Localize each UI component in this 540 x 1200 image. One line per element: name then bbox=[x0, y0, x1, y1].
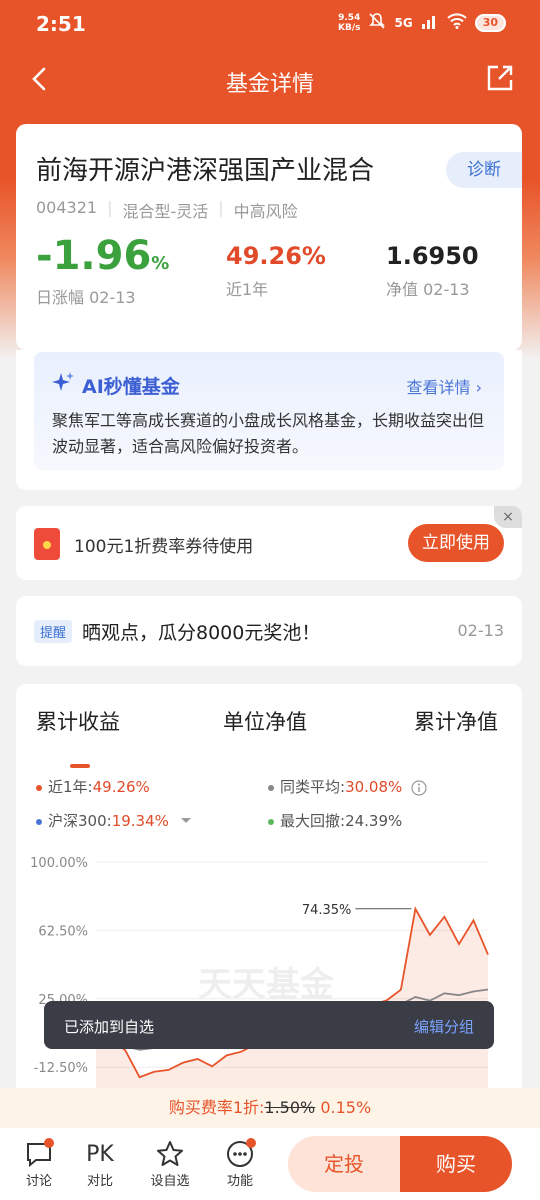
buy-button[interactable]: 购买 bbox=[400, 1136, 512, 1192]
fee-discounted: 0.15% bbox=[320, 1098, 372, 1117]
nav-stat: 1.6950 净值 02-13 bbox=[386, 242, 479, 300]
fund-tags: 004321 | 混合型-灵活 | 中高风险 bbox=[36, 198, 298, 222]
daily-change-label: 日涨幅 02-13 bbox=[36, 288, 136, 307]
fee-original: 1.50% bbox=[264, 1098, 316, 1117]
daily-change-stat: -1.96% 日涨幅 02-13 bbox=[36, 234, 170, 308]
mute-icon bbox=[368, 12, 386, 33]
status-time: 2:51 bbox=[36, 12, 86, 36]
fixed-invest-button[interactable]: 定投 bbox=[288, 1136, 400, 1192]
chart-tabs: 累计收益 单位净值 累计净值 bbox=[16, 706, 522, 768]
function-tab[interactable]: 功能 bbox=[215, 1138, 265, 1189]
tab-unit-nav[interactable]: 单位净值 bbox=[223, 706, 307, 736]
legend-label: 沪深300: bbox=[48, 812, 112, 830]
diagnose-button[interactable]: 诊断 bbox=[446, 152, 522, 188]
legend-label: 最大回撤: bbox=[280, 812, 346, 830]
use-coupon-button[interactable]: 立即使用 bbox=[408, 524, 504, 562]
fund-type: 混合型-灵活 bbox=[122, 202, 209, 221]
return-chart[interactable]: 天天基金100.00%62.50%25.00%-12.50%74.35% bbox=[16, 850, 522, 1124]
remind-tag: 提醒 bbox=[34, 620, 73, 643]
year-return-stat: 49.26% 近1年 bbox=[226, 242, 326, 300]
dropdown-icon bbox=[174, 812, 192, 830]
remind-date: 02-13 bbox=[457, 621, 505, 640]
ai-title: AI秒懂基金 bbox=[50, 370, 180, 401]
star-add-icon bbox=[145, 1138, 195, 1170]
tab-cumulative-return[interactable]: 累计收益 bbox=[36, 706, 120, 736]
edit-group-link[interactable]: 编辑分组 bbox=[414, 1016, 474, 1037]
remind-card[interactable]: 提醒 晒观点，瓜分8000元奖池！ 02-13 bbox=[16, 596, 522, 666]
sparkle-icon bbox=[50, 370, 76, 401]
close-icon[interactable]: × bbox=[494, 506, 522, 528]
discuss-label: 讨论 bbox=[25, 1174, 52, 1189]
legend-value: 24.39% bbox=[345, 812, 403, 830]
battery-indicator: 30 bbox=[474, 13, 506, 32]
status-bar: 2:51 9.54 KB/s 5G 30 bbox=[0, 0, 540, 50]
chat-bubble-icon bbox=[14, 1138, 64, 1170]
coupon-text: 100元1折费率券待使用 bbox=[74, 537, 254, 557]
toast: 已添加到自选 编辑分组 bbox=[44, 1001, 494, 1049]
daily-change-unit: % bbox=[151, 253, 170, 274]
wifi-icon bbox=[446, 13, 467, 32]
daily-change-value: -1.96 bbox=[36, 233, 152, 279]
remind-text: 晒观点，瓜分8000元奖池！ bbox=[82, 622, 321, 644]
ai-summary-card: AI秒懂基金 查看详情 › 聚焦军工等高成长赛道的小盘成长风格基金，长期收益突出… bbox=[16, 350, 522, 490]
legend-dot bbox=[268, 784, 274, 791]
annotation-label: 74.35% bbox=[302, 903, 352, 918]
toast-text: 已添加到自选 bbox=[64, 1018, 155, 1036]
watchlist-tab[interactable]: 设自选 bbox=[145, 1138, 195, 1189]
net-speed: 9.54 KB/s bbox=[338, 12, 361, 33]
ai-summary-text: 聚焦军工等高成长赛道的小盘成长风格基金，长期收益突出但波动显著，适合高风险偏好投… bbox=[52, 411, 485, 456]
y-tick-label: -12.50% bbox=[34, 1061, 88, 1076]
network-label: 5G bbox=[394, 15, 413, 30]
legend-value: 49.26% bbox=[92, 778, 150, 796]
fund-code: 004321 bbox=[36, 198, 98, 217]
y-tick-label: 100.00% bbox=[30, 856, 88, 871]
fund-name: 前海开源沪港深强国产业混合 bbox=[36, 156, 375, 186]
nav-value: 1.6950 bbox=[386, 242, 479, 270]
nav-label: 净值 02-13 bbox=[386, 280, 470, 299]
legend-label: 近1年: bbox=[48, 778, 93, 796]
ai-title-text: AI秒懂基金 bbox=[82, 376, 180, 398]
ai-summary-box[interactable]: AI秒懂基金 查看详情 › 聚焦军工等高成长赛道的小盘成长风格基金，长期收益突出… bbox=[34, 352, 504, 470]
coupon-card: 100元1折费率券待使用 立即使用 × bbox=[16, 506, 522, 580]
watch-label: 设自选 bbox=[150, 1174, 190, 1189]
ai-more-link[interactable]: 查看详情 › bbox=[407, 374, 483, 398]
tab-cumulative-nav[interactable]: 累计净值 bbox=[414, 706, 498, 736]
signal-icon bbox=[421, 13, 439, 32]
share-icon[interactable] bbox=[484, 62, 516, 94]
legend-label: 同类平均: bbox=[280, 778, 346, 796]
legend-dot bbox=[36, 818, 42, 825]
legend-value: 30.08% bbox=[345, 778, 403, 796]
y-tick-label: 62.50% bbox=[38, 924, 88, 939]
fee-banner: 购买费率1折:1.50% 0.15% bbox=[0, 1088, 540, 1128]
legend-max-drawdown: 最大回撤:24.39% bbox=[268, 810, 402, 831]
fund-summary-card: 前海开源沪港深强国产业混合 诊断 004321 | 混合型-灵活 | 中高风险 … bbox=[16, 124, 522, 350]
legend-peer-avg: 同类平均:30.08% bbox=[268, 776, 427, 797]
function-label: 功能 bbox=[226, 1174, 253, 1189]
notification-dot bbox=[44, 1138, 54, 1148]
compare-tab[interactable]: PK 对比 bbox=[75, 1138, 125, 1190]
page-title: 基金详情 bbox=[225, 72, 314, 97]
pk-label: PK bbox=[86, 1141, 114, 1167]
red-envelope-icon bbox=[34, 528, 60, 560]
chart-card: 累计收益 单位净值 累计净值 近1年:49.26% 同类平均:30.08% 沪深… bbox=[16, 684, 522, 1124]
nav-bar: 基金详情 bbox=[0, 56, 540, 106]
tab-indicator bbox=[70, 764, 90, 768]
legend-dot bbox=[36, 784, 42, 791]
legend-dot bbox=[268, 818, 274, 825]
year-return-label: 近1年 bbox=[226, 280, 269, 299]
year-return-value: 49.26% bbox=[226, 242, 326, 270]
notification-dot bbox=[246, 1138, 256, 1148]
compare-label: 对比 bbox=[86, 1174, 113, 1189]
tag-divider: | bbox=[218, 198, 224, 217]
tag-divider: | bbox=[107, 198, 113, 217]
legend-year: 近1年:49.26% bbox=[36, 776, 150, 797]
fund-risk: 中高风险 bbox=[233, 202, 298, 221]
bottom-bar: 讨论 PK 对比 设自选 功能 定投 购买 bbox=[0, 1128, 540, 1200]
more-icon bbox=[215, 1138, 265, 1170]
discuss-tab[interactable]: 讨论 bbox=[14, 1138, 64, 1189]
legend-hs300[interactable]: 沪深300:19.34% bbox=[36, 810, 192, 831]
info-icon[interactable] bbox=[407, 778, 427, 796]
legend-value: 19.34% bbox=[111, 812, 169, 830]
fee-prefix: 购买费率1折: bbox=[168, 1098, 265, 1117]
